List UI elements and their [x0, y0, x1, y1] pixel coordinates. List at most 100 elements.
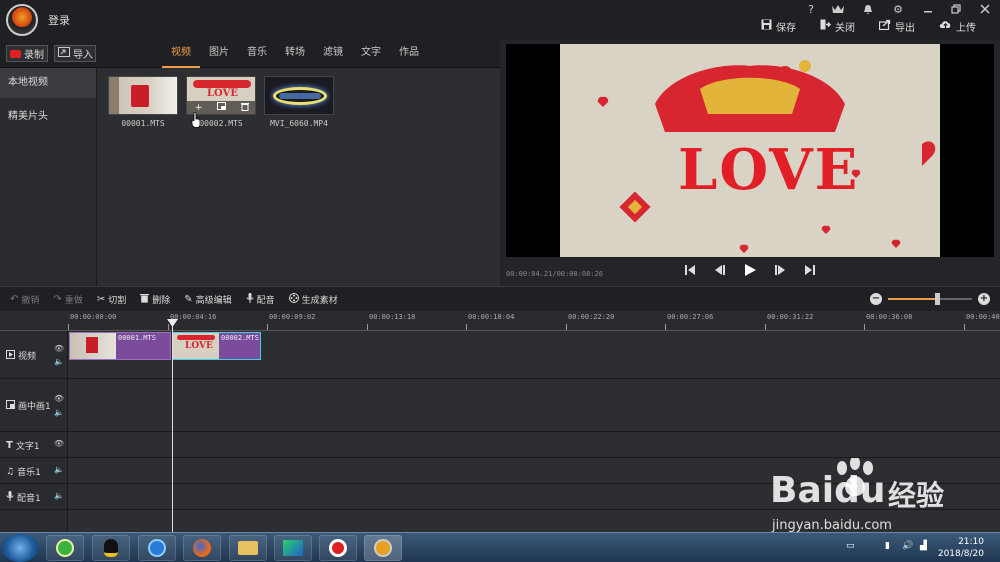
track-header-music: ♫ 音乐1 🔈 — [0, 458, 68, 484]
clock-time: 21:10 — [958, 537, 984, 547]
transport-controls — [682, 262, 818, 278]
tab-filter[interactable]: 滤镜 — [314, 40, 352, 68]
ruler-tick — [466, 324, 467, 330]
dub-button[interactable]: 配音 — [246, 292, 275, 306]
scissors-icon: ✂ — [96, 293, 106, 305]
delete-media-icon[interactable] — [238, 102, 252, 114]
taskbar-clock[interactable]: 21:10 2018/8/20 — [938, 536, 984, 560]
tray-battery-icon[interactable]: ▮ — [885, 541, 890, 551]
upload-icon — [939, 19, 952, 33]
tray-volume-icon[interactable]: 🔊 — [902, 541, 913, 551]
export-label: 导出 — [895, 22, 915, 34]
track-pip[interactable] — [68, 379, 1000, 432]
tab-text[interactable]: 文字 — [352, 40, 390, 68]
record-icon — [10, 49, 21, 58]
taskbar-app-video-icon[interactable] — [274, 535, 312, 561]
upload-button[interactable]: 上传 — [939, 19, 976, 34]
speaker-icon[interactable]: 🔈 — [54, 357, 64, 366]
top-actions: 保存 关闭 导出 上传 — [761, 14, 1000, 38]
preview-screen[interactable]: LOVE — [506, 44, 994, 257]
redo-button[interactable]: ↷ 重做 — [53, 293, 82, 306]
taskbar-app-browser-icon[interactable] — [46, 535, 84, 561]
play-button[interactable] — [742, 262, 758, 278]
tab-transition[interactable]: 转场 — [276, 40, 314, 68]
undo-button[interactable]: ↶ 撤销 — [10, 293, 39, 306]
redo-icon: ↷ — [53, 293, 62, 305]
clip-thumbnail: LOVE — [173, 333, 219, 359]
timeline-clip-selected[interactable]: LOVE 00002.MTS — [172, 332, 261, 360]
microphone-icon — [246, 292, 254, 306]
zoom-out-button[interactable]: − — [870, 293, 882, 305]
timeline-zoom: − + — [870, 293, 990, 305]
track-text[interactable] — [68, 432, 1000, 458]
playhead-line[interactable] — [172, 319, 173, 532]
taskbar-app-recorder-icon[interactable] — [319, 535, 357, 561]
ruler-tick-label: 00:00:18:04 — [468, 313, 515, 321]
speaker-icon[interactable]: 🔈 — [54, 408, 64, 417]
generate-material-button[interactable]: 生成素材 — [288, 292, 338, 306]
app-logo-avatar[interactable] — [6, 4, 38, 36]
advanced-edit-label: 高级编辑 — [195, 295, 232, 306]
pip-add-icon[interactable] — [215, 102, 229, 113]
media-item[interactable]: MVI_6060.MP4 — [264, 76, 334, 128]
cut-button[interactable]: ✂ 切割 — [97, 293, 126, 306]
add-to-timeline-icon[interactable]: + — [192, 103, 206, 113]
taskbar-app-firefox-icon[interactable] — [183, 535, 221, 561]
zoom-slider-handle[interactable] — [934, 293, 940, 305]
taskbar-app-explorer-icon[interactable] — [229, 535, 267, 561]
clip-name: 00002.MTS — [221, 334, 259, 342]
sidebar-item-local-video[interactable]: 本地视频 — [0, 68, 96, 98]
media-thumbnail — [264, 76, 334, 115]
tray-network-icon[interactable]: ▟ — [920, 541, 927, 551]
eye-icon[interactable]: 👁 — [54, 344, 64, 353]
save-icon — [761, 19, 772, 33]
clip-thumbnail — [70, 333, 116, 359]
taskbar-app-editor-icon[interactable] — [364, 535, 402, 561]
timeline-clip[interactable]: 00001.MTS — [69, 332, 171, 360]
track-header-dub: 配音1 🔈 — [0, 484, 68, 510]
generate-material-label: 生成素材 — [301, 295, 338, 306]
ruler-corner — [0, 311, 68, 331]
tab-image[interactable]: 图片 — [200, 40, 238, 68]
import-button[interactable]: 导入 — [54, 45, 96, 62]
start-button[interactable] — [2, 534, 38, 562]
hand-cursor-icon — [191, 112, 201, 128]
eye-icon[interactable]: 👁 — [54, 439, 64, 448]
previous-frame-button[interactable] — [712, 262, 728, 278]
ruler-tick — [964, 324, 965, 330]
library-toolbar: 录制 导入 视频 图片 音乐 转场 滤镜 文字 作品 — [0, 40, 500, 68]
track-video[interactable]: 00001.MTS LOVE 00002.MTS — [68, 331, 1000, 379]
login-link[interactable]: 登录 — [48, 12, 70, 28]
track-header-video: 视频 👁 🔈 — [0, 331, 68, 379]
ruler-tick-label: 00:00:40 — [966, 313, 1000, 321]
skip-to-end-button[interactable] — [802, 262, 818, 278]
tray-keyboard-icon[interactable]: ▭ — [846, 541, 855, 551]
taskbar-app-media-icon[interactable] — [138, 535, 176, 561]
record-button[interactable]: 录制 — [6, 45, 48, 62]
redo-label: 重做 — [64, 295, 83, 306]
skip-to-start-button[interactable] — [682, 262, 698, 278]
speaker-icon[interactable]: 🔈 — [54, 465, 64, 474]
media-thumbnail — [108, 76, 178, 115]
tab-works[interactable]: 作品 — [390, 40, 428, 68]
delete-button[interactable]: 删除 — [140, 293, 170, 306]
sidebar-item-intros[interactable]: 精美片头 — [0, 102, 96, 132]
save-button[interactable]: 保存 — [761, 19, 796, 34]
next-frame-button[interactable] — [772, 262, 788, 278]
export-button[interactable]: 导出 — [878, 19, 915, 34]
timeline-ruler[interactable]: 00:00:00:00 00:00:04:16 00:00:09:02 00:0… — [68, 311, 1000, 331]
eye-icon[interactable]: 👁 — [54, 394, 64, 403]
speaker-icon[interactable]: 🔈 — [54, 491, 64, 500]
library-sidebar: 本地视频 精美片头 — [0, 68, 97, 286]
zoom-slider[interactable] — [888, 293, 972, 305]
watermark-url: jingyan.baidu.com — [772, 518, 892, 533]
taskbar-app-qq-icon[interactable] — [92, 535, 130, 561]
media-item[interactable]: 00001.MTS — [108, 76, 178, 128]
zoom-in-button[interactable]: + — [978, 293, 990, 305]
close-project-button[interactable]: 关闭 — [820, 19, 855, 34]
advanced-edit-button[interactable]: ✎ 高级编辑 — [184, 293, 231, 306]
save-label: 保存 — [776, 22, 796, 34]
tab-video[interactable]: 视频 — [162, 40, 200, 68]
tab-music[interactable]: 音乐 — [238, 40, 276, 68]
playhead-handle-icon[interactable] — [167, 319, 178, 327]
